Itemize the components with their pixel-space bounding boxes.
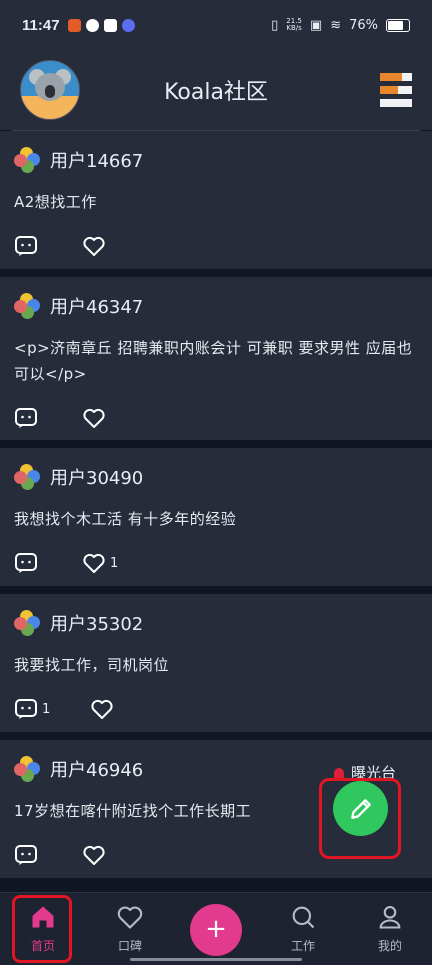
battery-percent: 76%: [349, 17, 378, 33]
pinwheel-avatar-icon: [14, 610, 40, 636]
net-speed: 21.5 KB/s: [286, 18, 302, 32]
comment-button[interactable]: 1: [14, 697, 50, 721]
menu-icon[interactable]: [380, 73, 412, 107]
menu-accent: [380, 86, 398, 94]
like-button[interactable]: [82, 234, 110, 258]
nav-highlight-box: [12, 895, 72, 963]
nav-reputation-label: 口碑: [117, 939, 142, 953]
home-indicator[interactable]: [130, 958, 302, 961]
mail-icon: [103, 18, 117, 32]
user-icon: [379, 906, 401, 929]
nav-reputation[interactable]: 口碑: [100, 901, 160, 954]
status-bar: 11:47 ▯ 21.5 KB/s ▣ ≋ 76%: [0, 0, 432, 50]
vibrate-icon: ▯: [271, 17, 279, 33]
post-content[interactable]: A2想找工作: [14, 189, 418, 215]
pinwheel-avatar-icon: [14, 756, 40, 782]
koala-nose: [45, 85, 55, 98]
comment-button[interactable]: [14, 406, 42, 430]
pinwheel-avatar-icon: [14, 147, 40, 173]
username: 用户30490: [50, 468, 144, 489]
like-button[interactable]: [82, 406, 110, 430]
status-right: ▯ 21.5 KB/s ▣ ≋ 76%: [271, 18, 410, 33]
post-content[interactable]: <p>济南章丘 招聘兼职内账会计 可兼职 要求男性 应届也可以</p>: [14, 335, 418, 387]
post-card[interactable]: 用户35302 我要找工作，司机岗位 1: [0, 594, 432, 732]
post-card[interactable]: 用户14667 A2想找工作: [0, 131, 432, 269]
app-header: Koala社区: [0, 50, 432, 130]
post-actions: 1: [14, 678, 418, 740]
username: 用户14667: [50, 151, 144, 172]
like-button[interactable]: [82, 843, 110, 867]
status-time: 11:47: [22, 16, 60, 34]
nav-jobs[interactable]: 工作: [273, 901, 333, 954]
battery-icon: [386, 18, 410, 32]
menu-bar: [380, 99, 412, 107]
heart-icon: [83, 236, 105, 256]
post-actions: 1: [14, 532, 418, 594]
app-notification-icon: [67, 18, 81, 32]
nav-jobs-label: 工作: [290, 939, 315, 953]
comment-icon: [15, 699, 37, 719]
post-content[interactable]: 我要找工作，司机岗位: [14, 652, 418, 678]
koala-avatar-icon[interactable]: [20, 60, 80, 120]
post-user[interactable]: 用户14667: [14, 131, 418, 189]
pinwheel-avatar-icon: [14, 293, 40, 319]
edit-post-button[interactable]: [333, 781, 388, 836]
post-user[interactable]: 用户46347: [14, 277, 418, 335]
heart-icon: [83, 408, 105, 428]
post-user[interactable]: 用户35302: [14, 594, 418, 652]
heart-icon: [83, 553, 105, 573]
play-icon: [121, 18, 135, 32]
username: 用户35302: [50, 614, 144, 635]
post-card[interactable]: 用户30490 我想找个木工活 有十多年的经验 1: [0, 448, 432, 586]
nav-profile-label: 我的: [377, 939, 402, 953]
like-count: 1: [110, 555, 119, 571]
sim-icon: ▣: [309, 17, 323, 33]
wifi-icon: ≋: [330, 17, 342, 33]
post-actions: [14, 387, 418, 449]
comment-icon: [15, 553, 37, 573]
comment-icon: [15, 845, 37, 865]
pinwheel-avatar-icon: [14, 464, 40, 490]
menu-accent: [380, 73, 402, 81]
heart-icon: [117, 906, 143, 929]
search-icon: [292, 906, 315, 929]
app-notification-icon: [85, 18, 99, 32]
like-button[interactable]: 1: [82, 551, 118, 575]
comment-button[interactable]: [14, 843, 42, 867]
comment-icon: [15, 236, 37, 256]
comment-button[interactable]: [14, 234, 42, 258]
net-speed-unit: KB/s: [286, 24, 302, 32]
heart-icon: [91, 699, 113, 719]
comment-count: 1: [42, 701, 51, 717]
post-user[interactable]: 用户30490: [14, 448, 418, 506]
comment-icon: [15, 408, 37, 428]
heart-icon: [83, 845, 105, 865]
post-content[interactable]: 我想找个木工活 有十多年的经验: [14, 506, 418, 532]
nav-profile[interactable]: 我的: [360, 901, 420, 954]
edit-pencil-icon: [350, 798, 371, 819]
post-card[interactable]: 用户46347 <p>济南章丘 招聘兼职内账会计 可兼职 要求男性 应届也可以<…: [0, 277, 432, 440]
notification-icons: [67, 18, 135, 32]
like-button[interactable]: [90, 697, 118, 721]
username: 用户46347: [50, 297, 144, 318]
post-actions: [14, 215, 418, 277]
comment-button[interactable]: [14, 551, 42, 575]
add-post-button[interactable]: +: [190, 904, 242, 956]
username: 用户46946: [50, 760, 144, 781]
